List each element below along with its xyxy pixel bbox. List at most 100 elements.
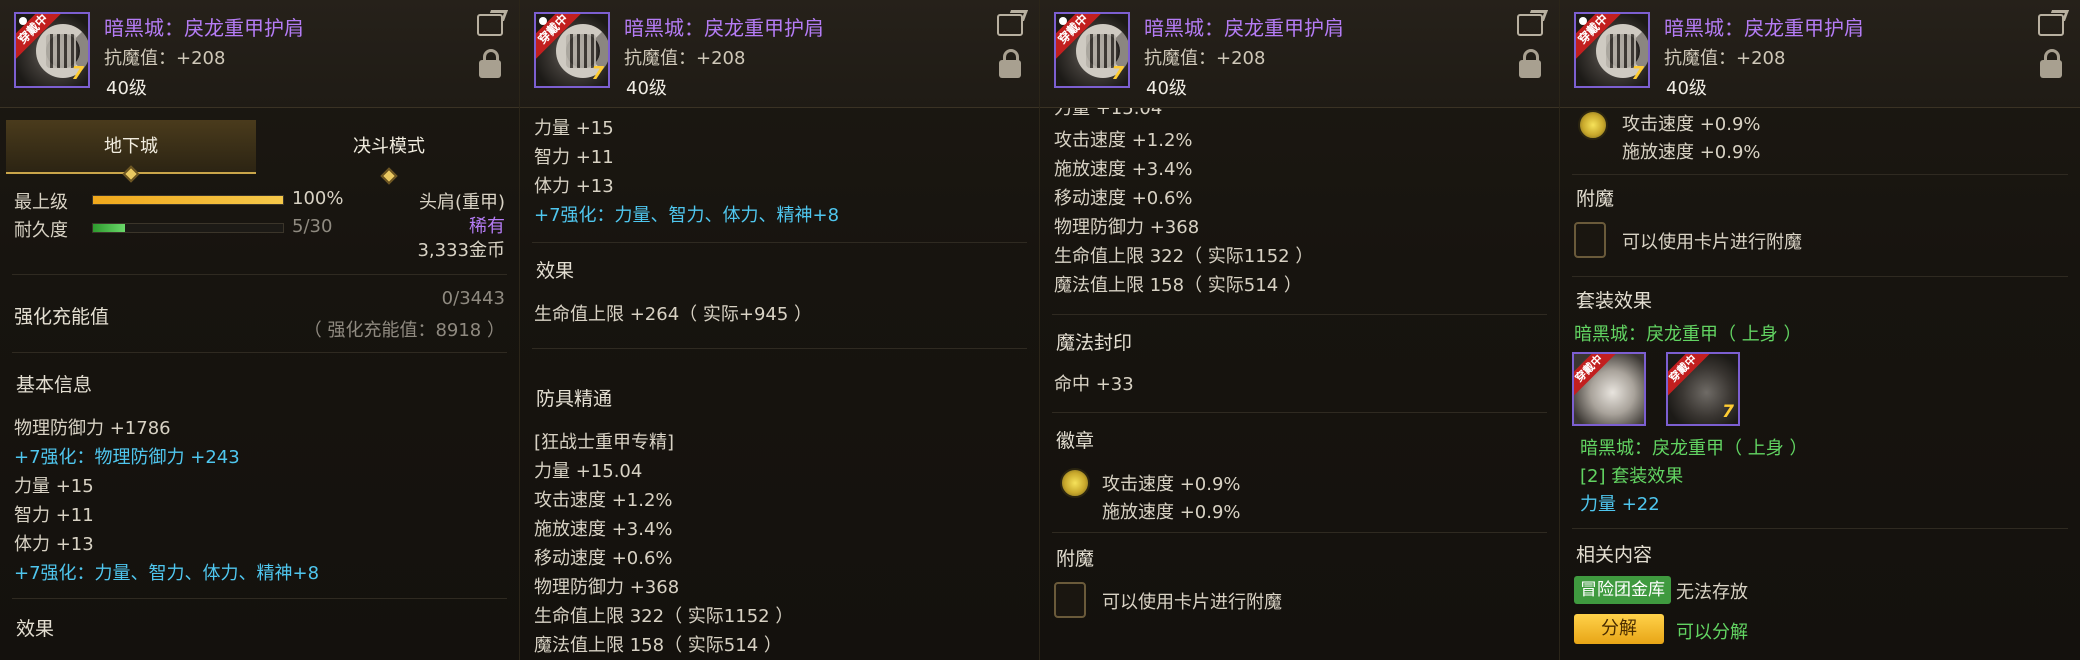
corner-dot-icon xyxy=(1059,17,1067,25)
effect-title: 效果 xyxy=(536,260,575,282)
charge-value: 0/3443 xyxy=(441,288,505,309)
item-header: 穿戴中 7 暗黑城：戾龙重甲护肩 抗魔值：+208 40级 xyxy=(1040,0,1559,108)
emblem-line: 施放速度 +0.9% xyxy=(1622,142,1761,163)
stat-line: 力量 +15 xyxy=(534,118,614,139)
bank-status: 无法存放 xyxy=(1676,582,1748,603)
stat-line: 魔法值上限 158（ 实际514 ） xyxy=(1054,275,1302,296)
item-resist: 抗魔值：+208 xyxy=(104,48,226,69)
mastery-line: 魔法值上限 158（ 实际514 ） xyxy=(534,635,782,656)
tab-duel-label: 决斗模式 xyxy=(353,136,425,157)
stat-line: 物理防御力 +368 xyxy=(1054,217,1200,238)
set-name: 暗黑城：戾龙重甲（ 上身 ） xyxy=(1574,324,1802,345)
item-header: 穿戴中 7 暗黑城：戾龙重甲护肩 抗魔值：+208 40级 xyxy=(520,0,1039,108)
item-resist: 抗魔值：+208 xyxy=(1664,48,1786,69)
enhance-level-mark: 7 xyxy=(71,63,84,84)
item-level: 40级 xyxy=(626,78,667,99)
enchant-hint: 可以使用卡片进行附魔 xyxy=(1102,592,1282,613)
equipped-badge: 穿戴中 xyxy=(1668,354,1714,400)
grade-value: 100% xyxy=(292,188,344,209)
effect-line: 生命值上限 +264（ 实际+945 ） xyxy=(534,304,813,325)
item-name: 暗黑城：戾龙重甲护肩 xyxy=(624,16,824,40)
item-icon[interactable]: 穿戴中 7 xyxy=(14,12,90,88)
tooltip-panel-4: 穿戴中 7 暗黑城：戾龙重甲护肩 抗魔值：+208 40级 攻击速度 +0.9%… xyxy=(1560,0,2080,660)
seal-line: 命中 +33 xyxy=(1054,374,1134,395)
item-level: 40级 xyxy=(106,78,147,99)
related-title: 相关内容 xyxy=(1576,544,1653,566)
share-icon[interactable] xyxy=(477,14,503,36)
stat-line: 移动速度 +0.6% xyxy=(1054,188,1193,209)
adventure-bank-button[interactable]: 冒险团金库 xyxy=(1574,576,1671,604)
item-level: 40级 xyxy=(1146,78,1187,99)
emblem-icon[interactable] xyxy=(1578,110,1608,140)
mastery-line: [狂战士重甲专精] xyxy=(534,432,675,453)
grade-bar xyxy=(92,195,284,205)
stat-line: 攻击速度 +1.2% xyxy=(1054,130,1193,151)
set-item-icon-top[interactable]: 穿戴中 xyxy=(1572,352,1646,426)
emblem-title: 徽章 xyxy=(1056,430,1095,452)
item-header: 穿戴中 7 暗黑城：戾龙重甲护肩 抗魔值：+208 40级 xyxy=(1560,0,2080,108)
corner-dot-icon xyxy=(539,17,547,25)
tooltip-strip: 穿戴中 7 暗黑城：戾龙重甲护肩 抗魔值：+208 40级 地下城 决斗模式 最… xyxy=(0,0,2080,660)
enhance-level-mark: 7 xyxy=(591,63,604,84)
durability-label: 耐久度 xyxy=(14,220,68,241)
item-level: 40级 xyxy=(1666,78,1707,99)
stat-line: 智力 +11 xyxy=(534,147,614,168)
durability-value: 5/30 xyxy=(292,216,333,237)
enchant-card-slot[interactable] xyxy=(1054,582,1086,618)
mastery-line: 物理防御力 +368 xyxy=(534,577,680,598)
effect-title: 效果 xyxy=(16,618,55,640)
enhance-level-mark: 7 xyxy=(1722,402,1734,422)
mastery-line: 力量 +15.04 xyxy=(534,461,643,482)
equipped-badge: 穿戴中 xyxy=(1574,354,1620,400)
stat-line: +7强化：力量、智力、体力、精神+8 xyxy=(534,205,840,226)
enchant-card-slot[interactable] xyxy=(1574,222,1606,258)
stat-line: 施放速度 +3.4% xyxy=(1054,159,1193,180)
stat-line: 物理防御力 +1786 xyxy=(14,418,171,439)
emblem-icon[interactable] xyxy=(1060,468,1090,498)
lock-icon[interactable] xyxy=(1519,49,1541,78)
share-icon[interactable] xyxy=(1517,14,1543,36)
basic-info-title: 基本信息 xyxy=(16,374,93,396)
charge-label: 强化充能值 xyxy=(14,306,110,328)
item-icon[interactable]: 穿戴中 7 xyxy=(1054,12,1130,88)
tab-dungeon[interactable]: 地下城 xyxy=(6,120,256,183)
tab-diamond-icon xyxy=(122,165,140,183)
emblem-line: 施放速度 +0.9% xyxy=(1102,502,1241,523)
enhance-level-mark: 7 xyxy=(1111,63,1124,84)
tooltip-panel-3: 穿戴中 7 暗黑城：戾龙重甲护肩 抗魔值：+208 40级 力量 +15.04 … xyxy=(1040,0,1560,660)
stat-line: 生命值上限 322（ 实际1152 ） xyxy=(1054,246,1314,267)
lock-icon[interactable] xyxy=(2040,49,2062,78)
corner-dot-icon xyxy=(19,17,27,25)
share-icon[interactable] xyxy=(997,14,1023,36)
stat-line: 体力 +13 xyxy=(534,176,614,197)
charge-detail: （ 强化充能值：8918 ） xyxy=(303,320,505,341)
lock-icon[interactable] xyxy=(999,49,1021,78)
mastery-title: 防具精通 xyxy=(536,388,613,410)
enchant-title: 附魔 xyxy=(1576,188,1615,210)
seal-title: 魔法封印 xyxy=(1056,332,1133,354)
set-item-icon-shoulder[interactable]: 穿戴中 7 xyxy=(1666,352,1740,426)
mastery-line: 攻击速度 +1.2% xyxy=(534,490,673,511)
lock-icon[interactable] xyxy=(479,49,501,78)
mode-tabs: 地下城 决斗模式 xyxy=(6,120,514,185)
item-header: 穿戴中 7 暗黑城：戾龙重甲护肩 抗魔值：+208 40级 xyxy=(0,0,519,108)
disassemble-status: 可以分解 xyxy=(1676,622,1748,643)
durability-bar xyxy=(92,223,284,233)
stat-line: 智力 +11 xyxy=(14,505,94,526)
item-icon[interactable]: 穿戴中 7 xyxy=(534,12,610,88)
emblem-line: 攻击速度 +0.9% xyxy=(1102,474,1241,495)
slot-type: 头肩(重甲) xyxy=(418,192,505,213)
tab-dungeon-label: 地下城 xyxy=(104,136,158,157)
share-icon[interactable] xyxy=(2038,14,2064,36)
item-name: 暗黑城：戾龙重甲护肩 xyxy=(1664,16,1864,40)
emblem-line: 攻击速度 +0.9% xyxy=(1622,114,1761,135)
sell-price: 3,333金币 xyxy=(417,240,505,261)
set-stat: 力量 +22 xyxy=(1580,494,1660,515)
tooltip-panel-1: 穿戴中 7 暗黑城：戾龙重甲护肩 抗魔值：+208 40级 地下城 决斗模式 最… xyxy=(0,0,520,660)
tab-duel[interactable]: 决斗模式 xyxy=(264,120,514,185)
tooltip-panel-2: 穿戴中 7 暗黑城：戾龙重甲护肩 抗魔值：+208 40级 力量 +15 智力 … xyxy=(520,0,1040,660)
stat-line: 体力 +13 xyxy=(14,534,94,555)
item-icon[interactable]: 穿戴中 7 xyxy=(1574,12,1650,88)
disassemble-button[interactable]: 分解 xyxy=(1574,614,1664,644)
mastery-line: 移动速度 +0.6% xyxy=(534,548,673,569)
